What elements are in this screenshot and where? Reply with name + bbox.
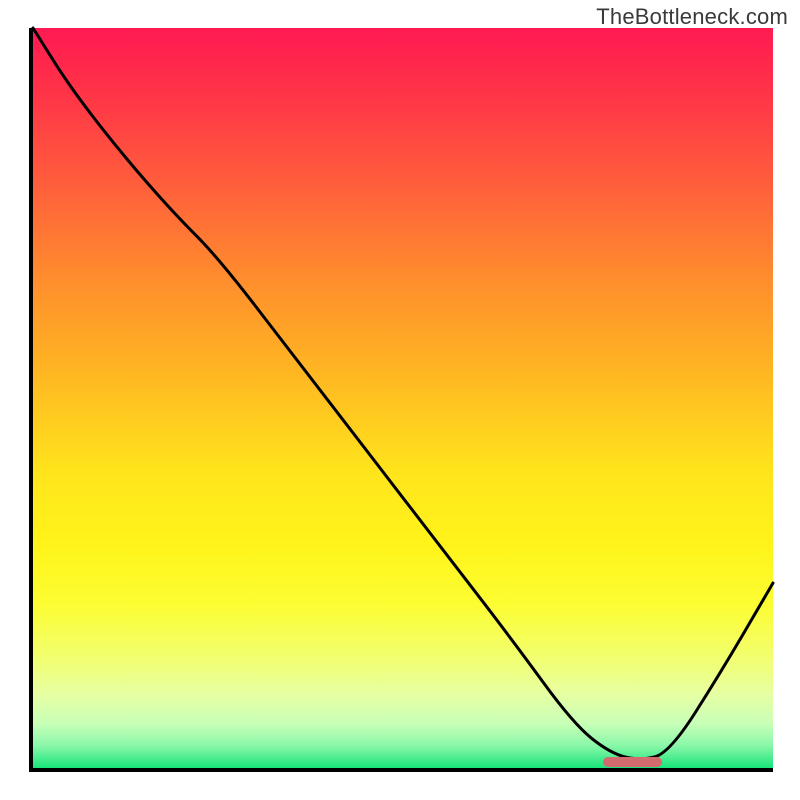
optimal-range-marker (603, 757, 662, 767)
bottleneck-curve-svg (33, 28, 773, 768)
x-axis-line (29, 768, 773, 772)
chart-container: { "watermark": "TheBottleneck.com", "cha… (0, 0, 800, 800)
bottleneck-curve-path (33, 28, 773, 759)
watermark-text: TheBottleneck.com (596, 4, 788, 30)
